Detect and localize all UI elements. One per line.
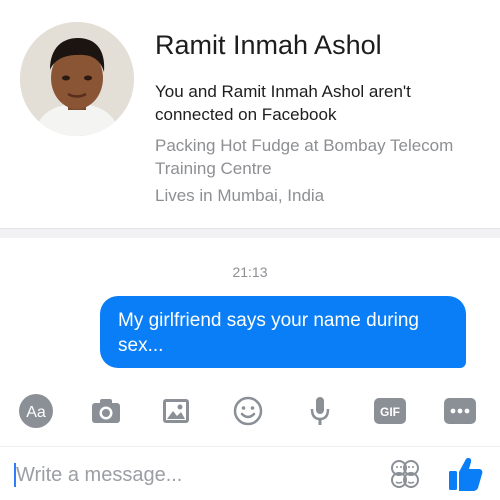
profile-name: Ramit Inmah Ashol	[155, 30, 382, 60]
like-button[interactable]	[446, 455, 484, 493]
camera-icon	[92, 399, 120, 423]
text-size-icon: Aa	[19, 394, 53, 428]
gif-icon: GIF	[374, 398, 406, 424]
emoji-button[interactable]	[228, 386, 268, 436]
profile-location: Lives in Mumbai, India	[155, 186, 325, 205]
camera-button[interactable]	[86, 386, 126, 436]
profile-header: Ramit Inmah Ashol You and Ramit Inmah As…	[0, 0, 500, 230]
avatar-image	[20, 22, 134, 136]
sticker-button[interactable]	[388, 457, 422, 491]
gif-button[interactable]: GIF	[370, 386, 410, 436]
emoji-icon	[233, 396, 263, 426]
sticker-icon	[391, 460, 419, 488]
message-input[interactable]	[16, 459, 356, 491]
message-timestamp: 21:13	[232, 264, 268, 280]
more-button[interactable]	[440, 386, 480, 436]
svg-text:GIF: GIF	[380, 405, 400, 419]
outgoing-message-bubble[interactable]: My girlfriend says your name during sex.…	[100, 296, 466, 368]
voice-button[interactable]	[300, 386, 340, 436]
gallery-button[interactable]	[156, 386, 196, 436]
section-divider	[0, 228, 500, 238]
microphone-icon	[310, 397, 330, 425]
connection-status: You and Ramit Inmah Ashol aren't connect…	[155, 82, 411, 124]
like-thumbs-up-icon	[449, 458, 483, 491]
composer-toolbar: Aa GIF	[0, 386, 500, 436]
svg-text:Aa: Aa	[26, 404, 46, 421]
avatar[interactable]	[20, 22, 134, 136]
gallery-icon	[163, 399, 189, 423]
message-composer	[0, 446, 500, 500]
more-icon	[444, 398, 476, 424]
text-size-button[interactable]: Aa	[16, 386, 56, 436]
profile-work: Packing Hot Fudge at Bombay Telecom Trai…	[155, 136, 454, 178]
